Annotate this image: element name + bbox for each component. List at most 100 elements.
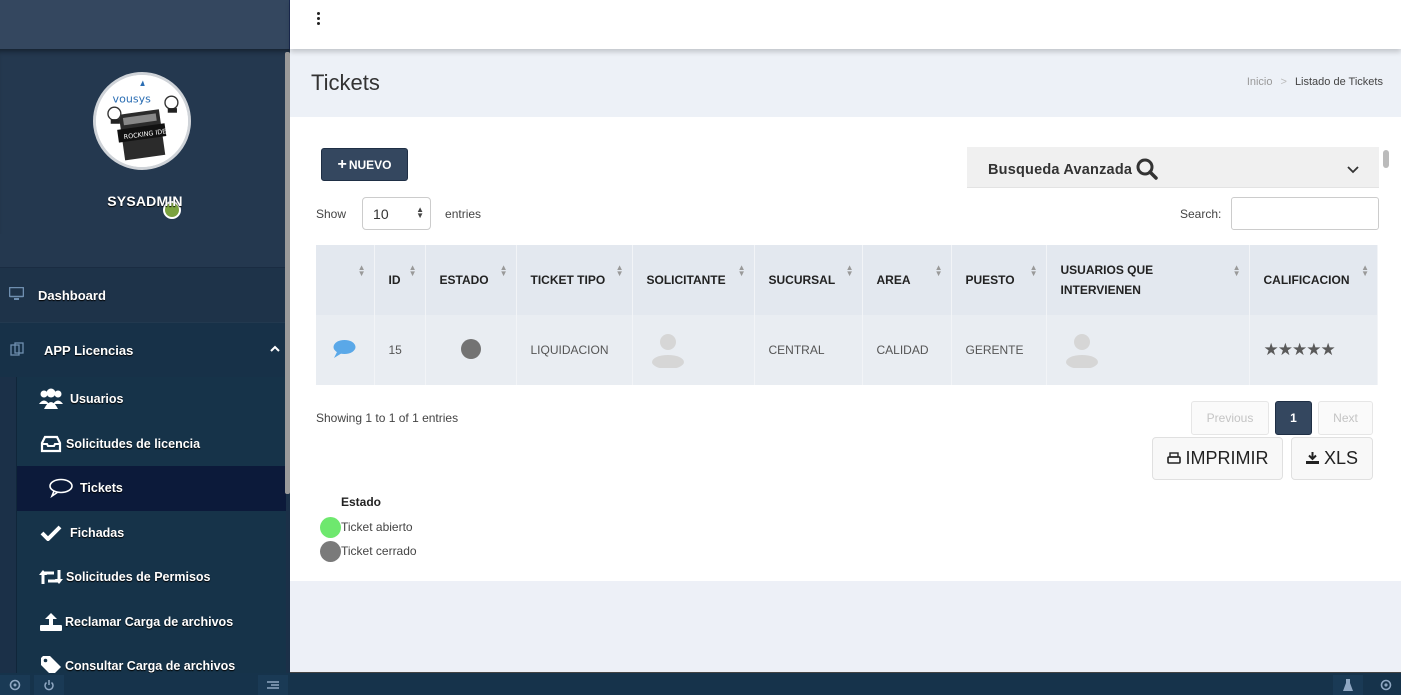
column-header-actions[interactable]: ▲ ▼ — [316, 245, 375, 315]
check-icon — [38, 525, 64, 541]
sidebar-item-dashboard[interactable]: Dashboard — [0, 267, 286, 322]
pagination-next[interactable]: Next — [1318, 401, 1373, 435]
pagination-page-1[interactable]: 1 — [1275, 401, 1312, 435]
legend-item-closed: Ticket cerrado — [320, 539, 417, 563]
avatar[interactable]: vousys ROCKING IDEAS — [93, 72, 191, 170]
chevron-down-icon[interactable] — [1347, 161, 1359, 179]
search-icon — [1135, 157, 1159, 186]
breadcrumb-separator-icon: > — [1280, 76, 1287, 88]
column-header-ticket-tipo[interactable]: TICKET TIPO ▲ ▼ — [516, 245, 633, 315]
column-header-solicitante[interactable]: SOLICITANTE ▲ ▼ — [632, 245, 755, 315]
sidebar-item-solicitudes-licencia[interactable]: Solicitudes de licencia — [17, 422, 286, 467]
retweet-icon — [38, 568, 64, 586]
status-legend: Estado Ticket abierto Ticket cerrado — [320, 495, 417, 563]
advanced-search-label: Busqueda Avanzada — [988, 162, 1133, 178]
page-header: Tickets Inicio > Listado de Tickets — [290, 49, 1401, 117]
upload-icon — [38, 612, 64, 632]
breadcrumb-current: Listado de Tickets — [1294, 76, 1383, 88]
sidebar-item-solicitudes-permisos[interactable]: Solicitudes de Permisos — [17, 555, 286, 600]
table-info: Showing 1 to 1 of 1 entries — [316, 411, 459, 425]
user-placeholder-icon — [651, 332, 740, 368]
new-ticket-button[interactable]: + NUEVO — [321, 148, 408, 181]
user-placeholder-icon — [1065, 332, 1235, 368]
flask-icon[interactable] — [1333, 675, 1363, 695]
profile-panel: vousys ROCKING IDEAS SYSADMIN — [0, 49, 290, 234]
comment-icon — [48, 478, 74, 499]
sidebar-item-label: Solicitudes de Permisos — [66, 570, 211, 585]
table-header-row: ▲ ▼ ID ▲ ▼ ESTADO ▲ ▼ TICKET TIPO ▲ ▼ SOLICITAN… — [316, 245, 1378, 315]
sort-icon: ▲ ▼ — [934, 263, 943, 278]
main-content: + NUEVO Busqueda Avanzada Show 10 ▲ ▼ ent… — [290, 117, 1401, 581]
cell-puesto: GERENTE — [951, 315, 1047, 385]
sidebar-item-consultar-carga[interactable]: Consultar Carga de archivos — [17, 644, 286, 674]
page-length-control: Show 10 ▲ ▼ entries — [316, 197, 481, 230]
copy-icon — [10, 341, 24, 359]
settings-icon[interactable] — [0, 675, 30, 695]
column-header-area[interactable]: AREA ▲ ▼ — [862, 245, 952, 315]
search-label: Search: — [1180, 206, 1222, 221]
export-xls-button[interactable]: XLS — [1291, 437, 1373, 480]
more-options-icon[interactable] — [312, 12, 324, 27]
breadcrumb: Inicio > Listado de Tickets — [1247, 76, 1383, 88]
sidebar-item-label: Consultar Carga de archivos — [65, 659, 236, 674]
table-search: Search: — [1180, 197, 1380, 230]
cell-calificacion: ★★★★★ — [1249, 315, 1378, 385]
print-label: IMPRIMIR — [1185, 448, 1269, 468]
export-buttons: IMPRIMIR XLS — [1152, 437, 1373, 480]
legend-label: Ticket cerrado — [341, 544, 417, 558]
sidebar-top — [0, 0, 290, 49]
sidebar-item-label: Usuarios — [70, 392, 124, 407]
power-icon[interactable] — [34, 675, 64, 695]
sidebar-menu: Dashboard APP Licencias Usuarios Solicit… — [0, 234, 286, 674]
comment-icon[interactable] — [332, 339, 356, 362]
sort-icon: ▲ ▼ — [408, 263, 417, 278]
chevron-up-icon[interactable] — [270, 341, 280, 355]
cell-solicitante — [632, 315, 755, 385]
tag-icon — [38, 655, 64, 674]
column-header-sucursal[interactable]: SUCURSAL ▲ ▼ — [754, 245, 863, 315]
column-header-estado[interactable]: ESTADO ▲ ▼ — [425, 245, 517, 315]
column-header-id[interactable]: ID ▲ ▼ — [374, 245, 426, 315]
sidebar-item-tickets[interactable]: Tickets — [17, 466, 286, 511]
sort-icon: ▲ ▼ — [1029, 263, 1038, 278]
advanced-search-toggle[interactable]: Busqueda Avanzada — [967, 147, 1379, 188]
legend-item-open: Ticket abierto — [320, 515, 417, 539]
entries-label: entries — [445, 206, 482, 221]
page-length-value: 10 — [373, 205, 389, 222]
location-icon[interactable] — [1371, 675, 1401, 695]
sort-icon: ▲ ▼ — [499, 263, 508, 278]
cell-usuarios — [1046, 315, 1250, 385]
column-header-usuarios[interactable]: USUARIOS QUE INTERVIENEN ▲ ▼ — [1046, 245, 1250, 315]
topbar — [290, 0, 1401, 49]
monitor-icon — [8, 286, 25, 304]
tickets-table: ▲ ▼ ID ▲ ▼ ESTADO ▲ ▼ TICKET TIPO ▲ ▼ SOLICITAN… — [316, 245, 1378, 385]
svg-text:vousys: vousys — [113, 93, 152, 106]
breadcrumb-home-link[interactable]: Inicio — [1247, 76, 1273, 88]
column-header-calificacion[interactable]: CALIFICACION ▲ ▼ — [1249, 245, 1378, 315]
sidebar-item-label: Reclamar Carga de archivos — [65, 614, 234, 629]
page-length-select[interactable]: 10 ▲ ▼ — [362, 197, 432, 230]
table-row[interactable]: 15 LIQUIDACION CENTRAL CALIDAD GERENTE ★… — [316, 315, 1378, 385]
sidebar-item-reclamar-carga[interactable]: Reclamar Carga de archivos — [17, 600, 286, 645]
column-header-puesto[interactable]: PUESTO ▲ ▼ — [951, 245, 1047, 315]
sidebar-item-app-licencias[interactable]: APP Licencias — [0, 322, 286, 377]
xls-label: XLS — [1323, 448, 1359, 468]
show-label: Show — [316, 206, 347, 221]
pagination-previous[interactable]: Previous — [1191, 401, 1269, 435]
closed-status-dot — [320, 540, 341, 562]
select-arrows-icon: ▲ ▼ — [416, 205, 425, 220]
row-comment-cell[interactable] — [316, 315, 375, 385]
content-scrollbar[interactable] — [1383, 150, 1389, 168]
sidebar-item-label: Dashboard — [38, 287, 106, 303]
sort-icon: ▲ ▼ — [1232, 263, 1241, 278]
sidebar-item-label: Solicitudes de licencia — [66, 436, 201, 451]
search-input[interactable] — [1231, 197, 1380, 230]
sidebar-item-fichadas[interactable]: Fichadas — [17, 511, 286, 556]
page-footer — [290, 581, 1401, 673]
print-button[interactable]: IMPRIMIR — [1152, 437, 1283, 480]
sort-icon: ▲ ▼ — [1361, 263, 1369, 278]
sidebar-item-usuarios[interactable]: Usuarios — [17, 377, 286, 422]
menu-toggle-icon[interactable] — [258, 675, 288, 695]
users-icon — [38, 388, 64, 410]
cell-area: CALIDAD — [862, 315, 952, 385]
